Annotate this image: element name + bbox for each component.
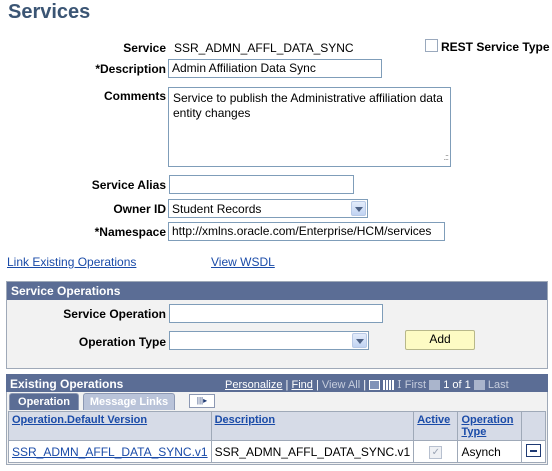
service-value: SSR_ADMN_AFFL_DATA_SYNC xyxy=(174,41,354,55)
page-range: 1 of 1 xyxy=(443,379,471,391)
prev-arrow-icon xyxy=(429,380,441,391)
service-operations-panel: Service Operations xyxy=(6,281,548,369)
column-header-active[interactable]: Active xyxy=(413,411,459,441)
personalize-link[interactable]: Personalize xyxy=(225,379,282,391)
column-header-operation-type[interactable]: Operation Type xyxy=(457,411,523,441)
show-all-columns-icon[interactable]: |||▸ xyxy=(189,394,215,408)
comments-text: Service to publish the Administrative af… xyxy=(173,91,443,120)
rest-service-type-checkbox[interactable] xyxy=(425,39,438,52)
download-excel-icon[interactable] xyxy=(369,380,381,391)
comments-textarea[interactable]: Service to publish the Administrative af… xyxy=(168,87,451,167)
active-checkbox: ✓ xyxy=(429,446,443,459)
link-existing-operations-link[interactable]: Link Existing Operations xyxy=(7,255,136,269)
operation-type-label: Operation Type xyxy=(78,335,166,349)
existing-operations-title: Existing Operations xyxy=(10,377,124,391)
service-alias-input[interactable] xyxy=(169,175,354,194)
chevron-down-icon[interactable] xyxy=(352,333,367,348)
nav-separator: | xyxy=(363,379,367,391)
find-link[interactable]: Find xyxy=(291,379,312,391)
view-all-link[interactable]: View All xyxy=(322,379,360,391)
rest-service-type-label: REST Service Type xyxy=(441,40,550,54)
text-cursor-icon: I xyxy=(397,378,402,391)
service-operations-header: Service Operations xyxy=(7,282,547,300)
actions-cell xyxy=(521,440,546,463)
column-header-description[interactable]: Description xyxy=(210,411,415,441)
delete-row-icon[interactable] xyxy=(526,443,542,457)
description-cell: SSR_ADMN_AFFL_DATA_SYNC.v1 xyxy=(210,440,415,463)
service-operation-label: Service Operation xyxy=(63,307,166,321)
view-wsdl-link[interactable]: View WSDL xyxy=(211,255,275,269)
page-title: Services xyxy=(8,1,91,23)
table-row: SSR_ADMN_AFFL_DATA_SYNC.v1 SSR_ADMN_AFFL… xyxy=(8,440,546,463)
comments-label: Comments xyxy=(103,89,166,103)
add-button[interactable]: Add xyxy=(405,330,475,350)
description-input[interactable]: Admin Affiliation Data Sync xyxy=(168,59,382,78)
grid-view-icon[interactable] xyxy=(383,380,395,391)
owner-id-label: Owner ID xyxy=(113,202,166,216)
operation-type-select[interactable] xyxy=(169,331,369,350)
chevron-down-icon[interactable] xyxy=(351,201,366,216)
operation-link[interactable]: SSR_ADMN_AFFL_DATA_SYNC.v1 xyxy=(12,445,208,459)
operation-cell[interactable]: SSR_ADMN_AFFL_DATA_SYNC.v1 xyxy=(8,440,212,463)
next-arrow-icon xyxy=(473,380,485,391)
resize-grip-icon[interactable]: .:: xyxy=(443,150,448,165)
service-operation-input[interactable] xyxy=(169,304,383,323)
active-cell: ✓ xyxy=(413,440,459,463)
owner-id-value: Student Records xyxy=(172,202,262,216)
grid-navigation: Personalize | Find | View All | I First … xyxy=(225,378,509,391)
tab-operation[interactable]: Operation xyxy=(9,393,79,410)
tab-message-links[interactable]: Message Links xyxy=(83,393,175,410)
existing-operations-grid: Operation.Default Version Description Ac… xyxy=(8,411,546,463)
operation-type-cell: Asynch xyxy=(457,440,523,463)
owner-id-select[interactable]: Student Records xyxy=(168,199,368,218)
column-header-operation[interactable]: Operation.Default Version xyxy=(8,411,212,441)
service-label: Service xyxy=(123,41,166,55)
namespace-input[interactable]: http://xmlns.oracle.com/Enterprise/HCM/s… xyxy=(168,222,445,241)
last-link: Last xyxy=(487,379,509,391)
column-header-actions xyxy=(521,411,546,441)
nav-separator: | xyxy=(285,379,289,391)
service-alias-label: Service Alias xyxy=(91,178,166,192)
nav-separator: | xyxy=(315,379,319,391)
first-link: First xyxy=(404,379,427,391)
namespace-label: *Namespace xyxy=(94,225,166,239)
description-label: *Description xyxy=(95,62,166,76)
